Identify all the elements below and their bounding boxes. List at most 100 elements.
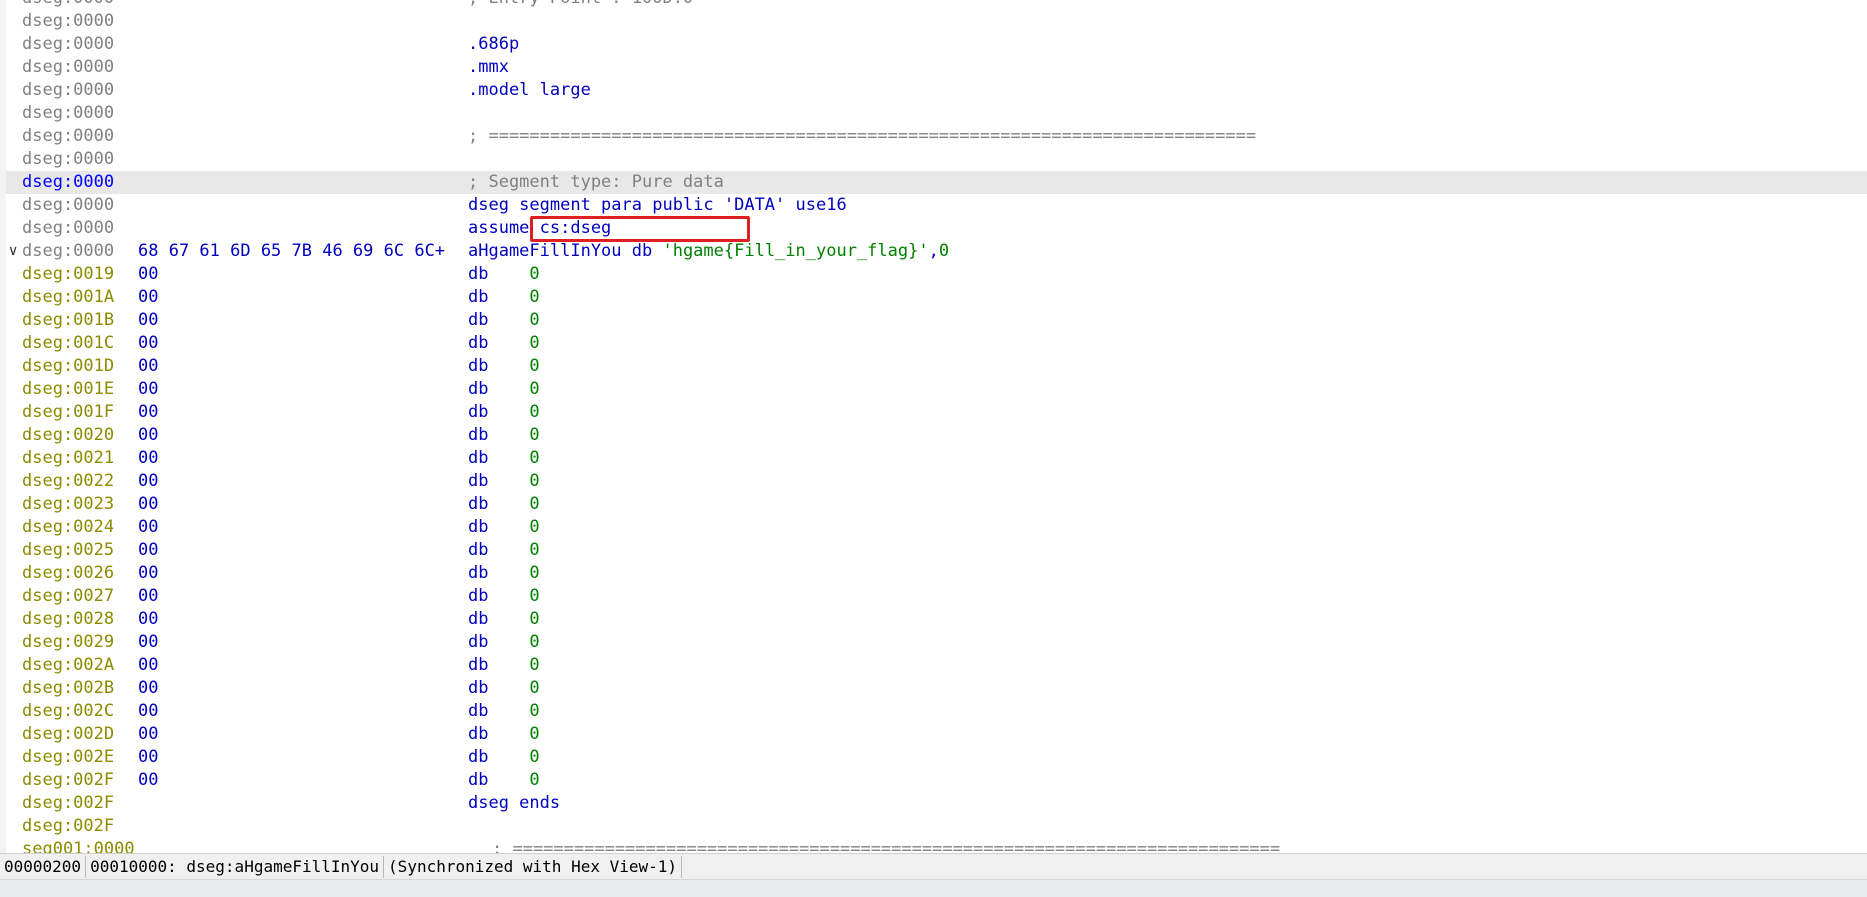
- line-instruction[interactable]: db 0: [468, 516, 540, 539]
- listing-line[interactable]: dseg:0000 ; =============================…: [6, 125, 1867, 148]
- line-address[interactable]: dseg:0000: [22, 79, 114, 102]
- line-address[interactable]: dseg:001E: [22, 378, 114, 401]
- line-instruction[interactable]: db 0: [468, 677, 540, 700]
- listing-line[interactable]: dseg:0000 .mmx: [6, 56, 1867, 79]
- line-address[interactable]: dseg:0027: [22, 585, 114, 608]
- line-instruction[interactable]: db 0: [468, 447, 540, 470]
- listing-line[interactable]: dseg:002F: [6, 815, 1867, 838]
- line-instruction[interactable]: ; Entry Point : 100D:0: [468, 0, 693, 10]
- listing-line[interactable]: dseg:001C 00 db 0: [6, 332, 1867, 355]
- listing-line[interactable]: dseg:001B 00 db 0: [6, 309, 1867, 332]
- line-instruction[interactable]: .model large: [468, 79, 591, 102]
- disassembly-listing[interactable]: dseg:0000; Entry Point : 100D:0dseg:0000…: [0, 0, 1867, 853]
- line-instruction[interactable]: db 0: [468, 769, 540, 792]
- listing-line[interactable]: dseg:001F 00 db 0: [6, 401, 1867, 424]
- listing-line[interactable]: dseg:0020 00 db 0: [6, 424, 1867, 447]
- listing-line[interactable]: dseg:0026 00 db 0: [6, 562, 1867, 585]
- line-address[interactable]: dseg:0026: [22, 562, 114, 585]
- listing-line[interactable]: dseg:002D 00 db 0: [6, 723, 1867, 746]
- line-address[interactable]: dseg:0021: [22, 447, 114, 470]
- line-address[interactable]: dseg:0025: [22, 539, 114, 562]
- listing-line[interactable]: dseg:001A 00 db 0: [6, 286, 1867, 309]
- line-address[interactable]: dseg:001A: [22, 286, 114, 309]
- line-address[interactable]: dseg:002F: [22, 815, 114, 838]
- line-instruction[interactable]: .686p: [468, 33, 519, 56]
- line-instruction[interactable]: db 0: [468, 539, 540, 562]
- line-address[interactable]: dseg:0000: [22, 56, 114, 79]
- line-instruction[interactable]: db 0: [468, 309, 540, 332]
- line-address[interactable]: dseg:001C: [22, 332, 114, 355]
- line-instruction[interactable]: aHgameFillInYou db 'hgame{Fill_in_your_f…: [468, 240, 949, 263]
- line-instruction[interactable]: db 0: [468, 332, 540, 355]
- listing-line[interactable]: dseg:002A 00 db 0: [6, 654, 1867, 677]
- listing-line[interactable]: dseg:002E 00 db 0: [6, 746, 1867, 769]
- line-instruction[interactable]: dseg segment para public 'DATA' use16: [468, 194, 847, 217]
- line-address[interactable]: dseg:002B: [22, 677, 114, 700]
- line-instruction[interactable]: ; Segment type: Pure data: [468, 171, 724, 194]
- listing-line[interactable]: dseg:0000 assume cs:dseg: [6, 217, 1867, 240]
- line-instruction[interactable]: dseg ends: [468, 792, 560, 815]
- listing-line[interactable]: dseg:0000 dseg segment para public 'DATA'…: [6, 194, 1867, 217]
- line-address[interactable]: dseg:0000: [22, 0, 114, 10]
- line-address[interactable]: dseg:0020: [22, 424, 114, 447]
- line-address[interactable]: dseg:002A: [22, 654, 114, 677]
- line-address[interactable]: dseg:0000: [22, 33, 114, 56]
- line-address[interactable]: dseg:0000: [22, 171, 114, 194]
- listing-line[interactable]: dseg:0027 00 db 0: [6, 585, 1867, 608]
- line-instruction[interactable]: db 0: [468, 286, 540, 309]
- line-address[interactable]: seg001:0000: [22, 838, 135, 853]
- line-instruction[interactable]: db 0: [468, 401, 540, 424]
- listing-line[interactable]: dseg:0000 .model large: [6, 79, 1867, 102]
- line-instruction[interactable]: db 0: [468, 608, 540, 631]
- line-instruction[interactable]: db 0: [468, 378, 540, 401]
- chevron-down-icon[interactable]: ∨: [8, 240, 18, 263]
- listing-line[interactable]: dseg:0019 00 db 0: [6, 263, 1867, 286]
- listing-line[interactable]: dseg:0021 00 db 0: [6, 447, 1867, 470]
- listing-line[interactable]: dseg:0028 00 db 0: [6, 608, 1867, 631]
- listing-line[interactable]: dseg:0000 ; Entry Point : 100D:0: [6, 0, 1867, 10]
- line-instruction[interactable]: db 0: [468, 263, 540, 286]
- line-address[interactable]: dseg:0000: [22, 240, 114, 263]
- listing-line[interactable]: dseg:0023 00 db 0: [6, 493, 1867, 516]
- line-address[interactable]: dseg:0022: [22, 470, 114, 493]
- line-address[interactable]: dseg:0000: [22, 217, 114, 240]
- line-instruction[interactable]: assume cs:dseg: [468, 217, 611, 240]
- line-address[interactable]: dseg:001D: [22, 355, 114, 378]
- listing-line[interactable]: dseg:002C 00 db 0: [6, 700, 1867, 723]
- line-address[interactable]: dseg:0023: [22, 493, 114, 516]
- line-instruction[interactable]: db 0: [468, 470, 540, 493]
- line-instruction[interactable]: db 0: [468, 493, 540, 516]
- line-instruction[interactable]: ; ======================================…: [468, 125, 1256, 148]
- listing-line[interactable]: dseg:0000: [6, 148, 1867, 171]
- line-address[interactable]: dseg:0024: [22, 516, 114, 539]
- line-instruction[interactable]: ; ======================================…: [492, 838, 1280, 853]
- listing-line[interactable]: dseg:0024 00 db 0: [6, 516, 1867, 539]
- line-address[interactable]: dseg:002D: [22, 723, 114, 746]
- line-address[interactable]: dseg:0000: [22, 10, 114, 33]
- listing-line[interactable]: dseg:001D 00 db 0: [6, 355, 1867, 378]
- line-instruction[interactable]: db 0: [468, 355, 540, 378]
- line-address[interactable]: dseg:0019: [22, 263, 114, 286]
- line-address[interactable]: dseg:0000: [22, 194, 114, 217]
- listing-line[interactable]: dseg:0022 00 db 0: [6, 470, 1867, 493]
- line-instruction[interactable]: db 0: [468, 424, 540, 447]
- line-address[interactable]: dseg:002C: [22, 700, 114, 723]
- line-instruction[interactable]: .mmx: [468, 56, 509, 79]
- line-address[interactable]: dseg:001B: [22, 309, 114, 332]
- line-instruction[interactable]: db 0: [468, 746, 540, 769]
- line-address[interactable]: dseg:002E: [22, 746, 114, 769]
- line-instruction[interactable]: db 0: [468, 700, 540, 723]
- listing-line[interactable]: dseg:0025 00 db 0: [6, 539, 1867, 562]
- line-instruction[interactable]: db 0: [468, 585, 540, 608]
- listing-line[interactable]: ∨ dseg:0000 68 67 61 6D 65 7B 46 69 6C 6C+…: [6, 240, 1867, 263]
- listing-line[interactable]: dseg:0000: [6, 102, 1867, 125]
- listing-line[interactable]: dseg:002F 00 db 0: [6, 769, 1867, 792]
- line-address[interactable]: dseg:0029: [22, 631, 114, 654]
- line-address[interactable]: dseg:001F: [22, 401, 114, 424]
- listing-line[interactable]: dseg:002F dseg ends: [6, 792, 1867, 815]
- listing-line[interactable]: dseg:001E 00 db 0: [6, 378, 1867, 401]
- listing-line[interactable]: dseg:0029 00 db 0: [6, 631, 1867, 654]
- listing-line[interactable]: dseg:0000 ; Segment type: Pure data: [6, 171, 1867, 194]
- line-instruction[interactable]: db 0: [468, 631, 540, 654]
- listing-line[interactable]: dseg:0000: [6, 10, 1867, 33]
